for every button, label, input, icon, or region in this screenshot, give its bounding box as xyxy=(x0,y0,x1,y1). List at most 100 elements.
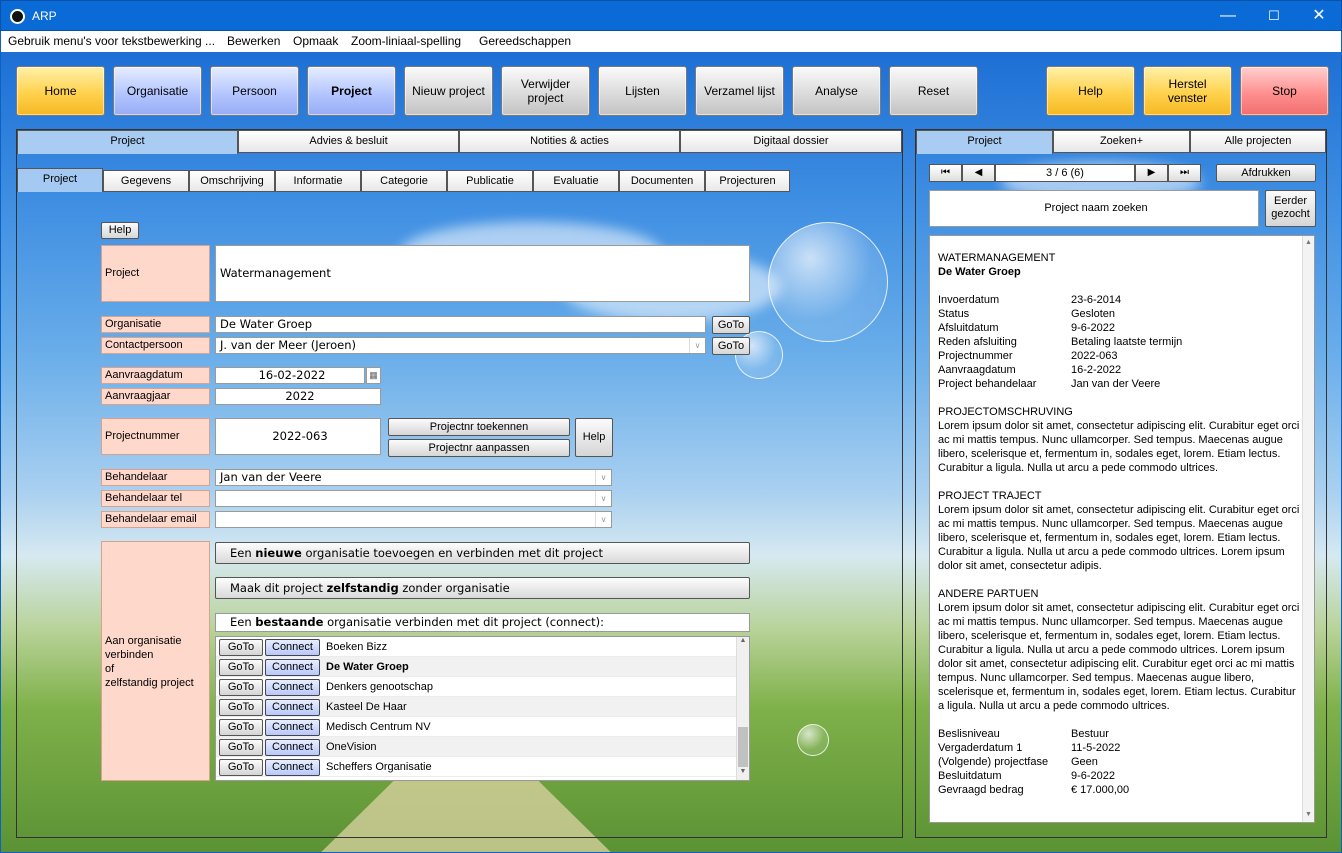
connect-button[interactable]: Connect xyxy=(265,699,320,716)
info-value: Geen xyxy=(1071,756,1098,768)
goto-button[interactable]: GoTo xyxy=(219,719,263,736)
info-scrollbar[interactable]: ▲ ▼ xyxy=(1302,236,1314,822)
contactpersoon-value: J. van der Meer (Jeroen) xyxy=(220,338,357,352)
chevron-down-icon[interactable]: ∨ xyxy=(595,491,611,506)
goto-button[interactable]: GoTo xyxy=(219,679,263,696)
eerder-gezocht-button[interactable]: Eerder gezocht xyxy=(1265,190,1316,227)
home-button[interactable]: Home xyxy=(16,66,105,116)
goto-button[interactable]: GoTo xyxy=(219,759,263,776)
project-button[interactable]: Project xyxy=(307,66,396,116)
tab-project[interactable]: Project xyxy=(17,130,238,154)
list-scrollbar[interactable]: ▲ ▼ xyxy=(736,637,749,780)
right-tab-project[interactable]: Project xyxy=(916,130,1053,154)
info-value: € 17.000,00 xyxy=(1071,784,1130,796)
subtab-project[interactable]: Project xyxy=(17,168,103,192)
connect-button[interactable]: Connect xyxy=(265,719,320,736)
chevron-down-icon[interactable]: ∨ xyxy=(595,512,611,527)
form-help-button[interactable]: Help xyxy=(101,222,139,239)
persoon-button[interactable]: Persoon xyxy=(210,66,299,116)
lijsten-button[interactable]: Lijsten xyxy=(598,66,687,116)
verzamel-lijst-button[interactable]: Verzamel lijst xyxy=(695,66,784,116)
connect-button[interactable]: Connect xyxy=(265,759,320,776)
menu-zoom[interactable]: Zoom-liniaal-spelling xyxy=(351,34,461,48)
verwijder-project-button[interactable]: Verwijder project xyxy=(501,66,590,116)
nieuw-project-button[interactable]: Nieuw project xyxy=(404,66,493,116)
subtab-informatie[interactable]: Informatie xyxy=(275,170,361,192)
tab-notities-acties[interactable]: Notities & acties xyxy=(459,130,680,153)
record-counter: 3 / 6 (6) xyxy=(995,164,1135,182)
connect-button[interactable]: Connect xyxy=(265,679,320,696)
scroll-thumb[interactable] xyxy=(738,727,748,767)
organisatie-button[interactable]: Organisatie xyxy=(113,66,202,116)
subtab-publicatie[interactable]: Publicatie xyxy=(447,170,533,192)
right-tab-alle-projecten[interactable]: Alle projecten xyxy=(1190,130,1326,153)
subtab-projecturen[interactable]: Projecturen xyxy=(705,170,790,192)
minimize-button[interactable]: — xyxy=(1205,1,1251,31)
maximize-button[interactable]: ☐ xyxy=(1251,1,1297,31)
connect-button[interactable]: Connect xyxy=(265,659,320,676)
connect-button[interactable]: Connect xyxy=(265,739,320,756)
info-value: Jan van der Veere xyxy=(1071,378,1161,390)
goto-button[interactable]: GoTo xyxy=(219,639,263,656)
chevron-down-icon[interactable]: ∨ xyxy=(595,470,611,485)
stop-button[interactable]: Stop xyxy=(1240,66,1329,116)
project-search-input[interactable]: Project naam zoeken xyxy=(929,190,1259,227)
aanvraagjaar-field[interactable]: 2022 xyxy=(215,388,381,405)
projectnr-toekennen-button[interactable]: Projectnr toekennen xyxy=(388,418,570,436)
tab-advies-besluit[interactable]: Advies & besluit xyxy=(238,130,459,153)
afdrukken-button[interactable]: Afdrukken xyxy=(1216,164,1316,182)
scroll-down-icon[interactable]: ▼ xyxy=(737,768,749,780)
nav-last-button[interactable]: ⏭ xyxy=(1168,164,1201,182)
subtab-gegevens[interactable]: Gegevens xyxy=(103,170,189,192)
aan-organisatie-label: Aan organisatie verbinden of zelfstandig… xyxy=(101,541,210,781)
aanvraagdatum-field[interactable]: 16-02-2022 xyxy=(215,367,365,384)
connect-button[interactable]: Connect xyxy=(265,639,320,656)
menu-opmaak[interactable]: Opmaak xyxy=(293,34,338,48)
organisation-name: Denkers genootschap xyxy=(326,681,434,693)
subtab-categorie[interactable]: Categorie xyxy=(361,170,447,192)
menu-gereedschappen[interactable]: Gereedschappen xyxy=(479,34,571,48)
chevron-down-icon[interactable]: ∨ xyxy=(689,338,705,353)
section-heading: ANDERE PARTUEN xyxy=(938,588,1039,600)
scroll-down-icon[interactable]: ▼ xyxy=(1303,808,1314,822)
organisation-name: Scheffers Organisatie xyxy=(326,761,432,773)
herstel-venster-button[interactable]: Herstel venster xyxy=(1143,66,1232,116)
goto-button[interactable]: GoTo xyxy=(219,699,263,716)
contactpersoon-select[interactable]: J. van der Meer (Jeroen) ∨ xyxy=(215,337,706,354)
organisatie-goto-button[interactable]: GoTo xyxy=(712,316,750,334)
menu-bewerken[interactable]: Bewerken xyxy=(227,34,280,48)
organisation-list[interactable]: GoTo Connect Boeken Bizz GoTo Connect De Wat… xyxy=(215,636,750,781)
project-field[interactable]: Watermanagement xyxy=(215,245,750,302)
info-organisation: De Water Groep xyxy=(938,266,1021,278)
behandelaar-email-select[interactable]: ∨ xyxy=(215,511,612,528)
behandelaar-tel-select[interactable]: ∨ xyxy=(215,490,612,507)
goto-button[interactable]: GoTo xyxy=(219,739,263,756)
nav-first-button[interactable]: ⏮ xyxy=(929,164,962,182)
menu-gebruik[interactable]: Gebruik menu's voor tekstbewerking ... xyxy=(8,34,215,48)
close-button[interactable]: ✕ xyxy=(1296,1,1342,31)
nav-next-button[interactable]: ▶ xyxy=(1135,164,1168,182)
projectnr-aanpassen-button[interactable]: Projectnr aanpassen xyxy=(388,439,570,457)
nav-prev-button[interactable]: ◀ xyxy=(962,164,995,182)
subtab-omschrijving[interactable]: Omschrijving xyxy=(189,170,275,192)
zelfstandig-button[interactable]: Maak dit project zelfstandig zonder orga… xyxy=(215,577,750,599)
help-button[interactable]: Help xyxy=(1046,66,1135,116)
subtab-evaluatie[interactable]: Evaluatie xyxy=(533,170,619,192)
contactpersoon-goto-button[interactable]: GoTo xyxy=(712,337,750,355)
nieuwe-organisatie-button[interactable]: Een nieuwe organisatie toevoegen en verb… xyxy=(215,542,750,564)
reset-button[interactable]: Reset xyxy=(889,66,978,116)
analyse-button[interactable]: Analyse xyxy=(792,66,881,116)
menu-bar: Gebruik menu's voor tekstbewerking ... B… xyxy=(1,31,1341,52)
projectnummer-field[interactable]: 2022-063 xyxy=(215,418,381,455)
right-tab-zoeken[interactable]: Zoeken+ xyxy=(1053,130,1190,153)
list-item: GoTo Connect OneVision xyxy=(216,737,737,757)
scroll-up-icon[interactable]: ▲ xyxy=(1303,236,1314,250)
calendar-icon[interactable]: ▦ xyxy=(366,367,381,384)
organisatie-field[interactable]: De Water Groep xyxy=(215,316,706,333)
projectnummer-help-button[interactable]: Help xyxy=(575,418,613,457)
behandelaar-select[interactable]: Jan van der Veere ∨ xyxy=(215,469,612,486)
goto-button[interactable]: GoTo xyxy=(219,659,263,676)
scroll-up-icon[interactable]: ▲ xyxy=(737,637,749,649)
subtab-documenten[interactable]: Documenten xyxy=(619,170,705,192)
tab-digitaal-dossier[interactable]: Digitaal dossier xyxy=(680,130,902,153)
